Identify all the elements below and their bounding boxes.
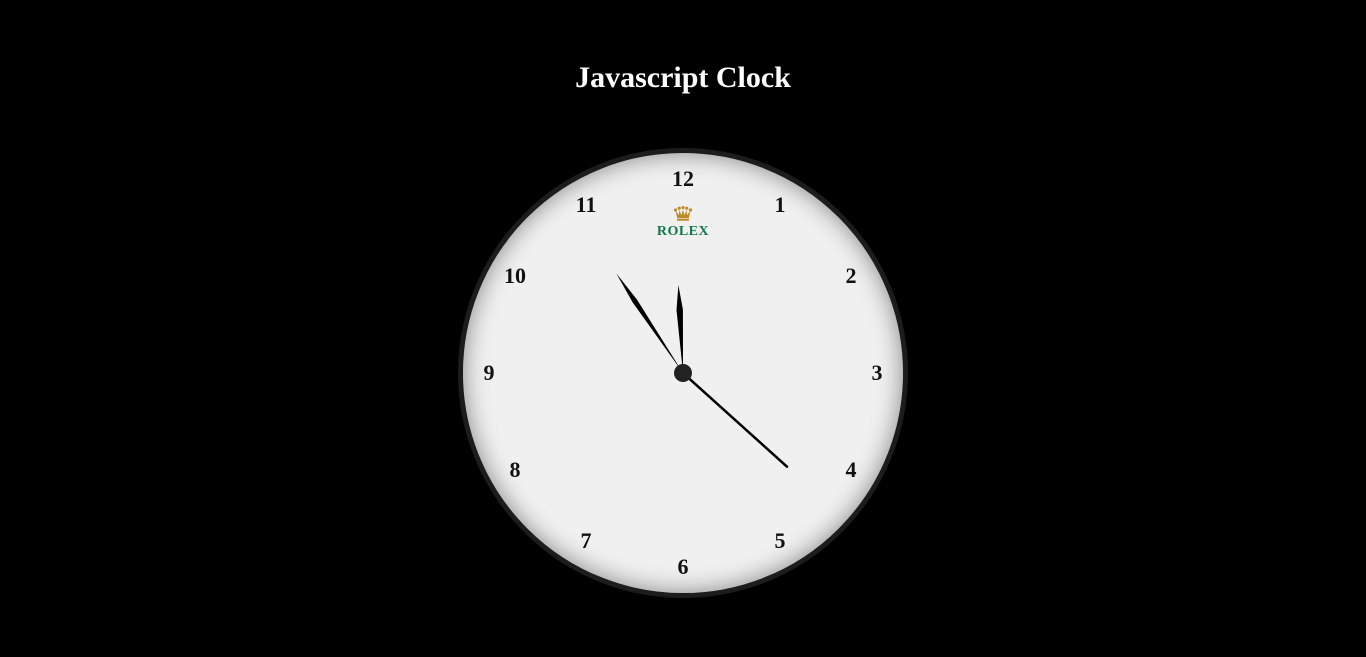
clock-face: 12 1 2 3 4 5 6 7 8 9 10 11 ROLEX [458,148,908,598]
minute-hand [616,273,683,373]
hour-hand [676,285,683,373]
center-pin [674,364,692,382]
page-title: Javascript Clock [575,61,791,94]
second-hand [681,371,789,468]
clock-hands [616,273,789,468]
